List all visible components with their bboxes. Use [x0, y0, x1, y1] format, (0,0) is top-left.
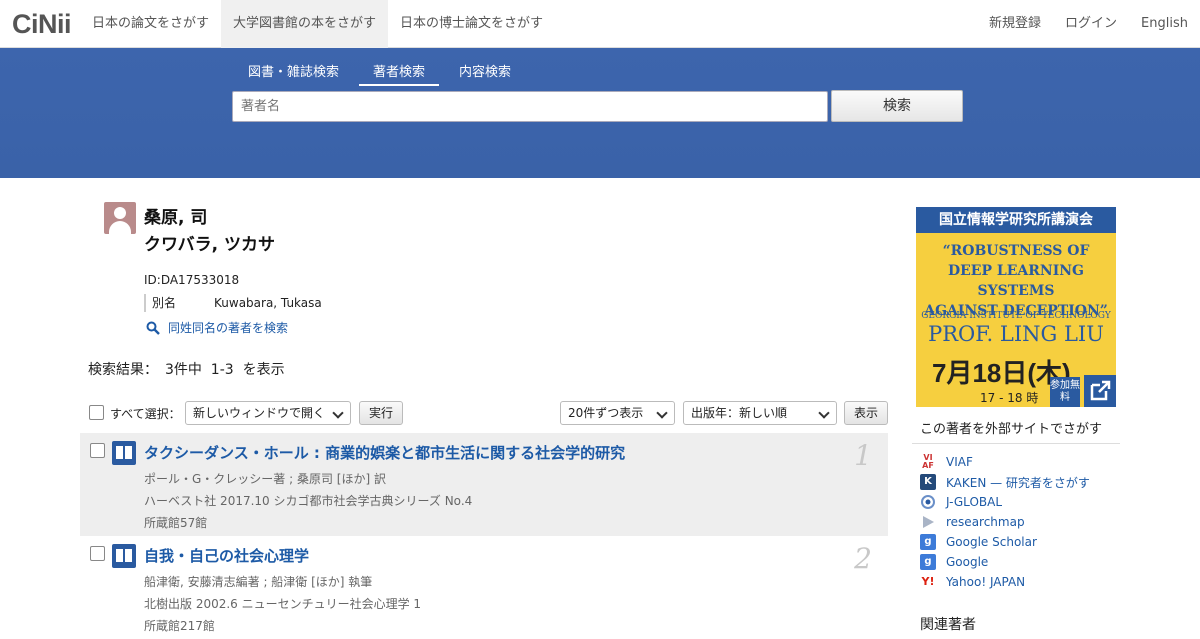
- open-mode-select[interactable]: 新しいウィンドウで開く: [185, 401, 351, 425]
- open-mode-value: 新しいウィンドウで開く: [193, 406, 326, 420]
- banner-time: 17 - 18 時: [980, 391, 1039, 405]
- banner-title-line: DEEP LEARNING SYSTEMS: [948, 263, 1084, 299]
- per-page-value: 20件ずつ表示: [568, 406, 644, 420]
- search-band: 図書・雑誌検索 著者検索 内容検索 検索: [0, 48, 1200, 178]
- per-page-select[interactable]: 20件ずつ表示: [560, 401, 675, 425]
- result-summary: 検索結果： 3件中 1-3 を表示: [88, 362, 285, 378]
- kaken-icon: K: [920, 474, 936, 490]
- chevron-down-icon: [656, 407, 668, 419]
- ext-link-label: J-GLOBAL: [946, 495, 1003, 509]
- ext-link-label: researchmap: [946, 515, 1025, 529]
- search-icon: [146, 321, 160, 335]
- viaf-icon: VI AF: [922, 453, 934, 470]
- banner-speaker: PROF. LING LIU: [928, 322, 1104, 346]
- banner-organization: GEORGIA INSTITUTE OF TECHNOLOGY: [921, 311, 1111, 321]
- ext-link-viaf[interactable]: VI AF VIAF: [920, 454, 973, 470]
- ext-link-label: KAKEN — 研究者をさがす: [946, 475, 1090, 490]
- chevron-down-icon: [818, 407, 830, 419]
- ext-link-kaken[interactable]: K KAKEN — 研究者をさがす: [920, 474, 1090, 490]
- sort-select[interactable]: 出版年：新しい順: [683, 401, 837, 425]
- ext-link-researchmap[interactable]: researchmap: [920, 514, 1025, 530]
- chevron-down-icon: [332, 407, 344, 419]
- result-title-link[interactable]: タクシーダンス・ホール : 商業的娯楽と都市生活に関する社会学的研究: [144, 442, 625, 463]
- tab-search-articles[interactable]: 日本の論文をさがす: [80, 0, 221, 48]
- tab-search-dissertations[interactable]: 日本の博士論文をさがす: [388, 0, 555, 48]
- result-holdings: 所蔵館57館: [144, 516, 208, 530]
- alias-label: 別名: [152, 296, 177, 310]
- ext-link-google-scholar[interactable]: g Google Scholar: [920, 534, 1037, 550]
- yahoo-icon: Y!: [921, 575, 935, 588]
- banner-free-badge: 参加無料: [1050, 377, 1080, 407]
- banner-title: “ROBUSTNESS OF DEEP LEARNING SYSTEMS AGA…: [916, 241, 1116, 321]
- alias-value: Kuwabara, Tukasa: [214, 296, 322, 310]
- search-button[interactable]: 検索: [831, 90, 963, 122]
- ext-link-yahoo[interactable]: Y! Yahoo! JAPAN: [920, 574, 1026, 590]
- ext-link-label: VIAF: [946, 455, 973, 469]
- author-avatar-icon: [104, 202, 136, 234]
- banner-heading: 国立情報学研究所講演会: [916, 207, 1116, 233]
- cinii-logo[interactable]: CiNii: [12, 9, 72, 40]
- banner-title-line: “ROBUSTNESS OF: [942, 243, 1090, 259]
- book-icon: [112, 544, 136, 568]
- result-authors: 船津衛, 安藤清志編著 ; 船津衛 [ほか] 執筆: [144, 575, 373, 589]
- tab-content-search[interactable]: 内容検索: [447, 62, 523, 86]
- register-link[interactable]: 新規登録: [977, 0, 1053, 48]
- book-icon: [112, 441, 136, 465]
- search-type-tabs: 図書・雑誌検索 著者検索 内容検索: [236, 62, 531, 86]
- login-link[interactable]: ログイン: [1053, 0, 1129, 48]
- ext-link-label: Google Scholar: [946, 535, 1037, 549]
- google-icon: g: [920, 554, 936, 570]
- select-all-label: すべて選択：: [110, 407, 181, 421]
- execute-button[interactable]: 実行: [359, 401, 403, 425]
- result-number: 1: [854, 439, 872, 472]
- divider: [912, 443, 1120, 444]
- author-search-input[interactable]: [232, 91, 828, 122]
- top-navigation: CiNii 日本の論文をさがす 大学図書館の本をさがす 日本の博士論文をさがす …: [0, 0, 1200, 48]
- lecture-banner[interactable]: 国立情報学研究所講演会 “ROBUSTNESS OF DEEP LEARNING…: [916, 207, 1116, 407]
- english-link[interactable]: English: [1129, 0, 1200, 48]
- result-number: 2: [854, 542, 872, 575]
- sort-value: 出版年：新しい順: [691, 406, 788, 420]
- service-tabs: 日本の論文をさがす 大学図書館の本をさがす 日本の博士論文をさがす: [80, 0, 555, 48]
- tab-search-books[interactable]: 大学図書館の本をさがす: [221, 0, 389, 48]
- result-checkbox[interactable]: [90, 443, 105, 458]
- author-id: ID:DA17533018: [144, 273, 240, 287]
- same-name-search-label: 同姓同名の著者を検索: [168, 321, 289, 335]
- same-name-search-link[interactable]: 同姓同名の著者を検索: [146, 319, 288, 336]
- result-item: 自我・自己の社会心理学 船津衛, 安藤清志編著 ; 船津衛 [ほか] 執筆 北樹…: [80, 536, 888, 639]
- author-alias: 別名 Kuwabara, Tukasa: [144, 294, 322, 312]
- show-button[interactable]: 表示: [844, 401, 888, 425]
- result-authors: ポール・G・クレッシー著 ; 桑原司 [ほか] 訳: [144, 472, 386, 486]
- select-all-checkbox[interactable]: [89, 405, 104, 420]
- account-nav: 新規登録 ログイン English: [977, 0, 1200, 48]
- result-item: タクシーダンス・ホール : 商業的娯楽と都市生活に関する社会学的研究 ポール・G…: [80, 433, 888, 536]
- result-title-link[interactable]: 自我・自己の社会心理学: [144, 545, 309, 566]
- google-scholar-icon: g: [920, 534, 936, 550]
- ext-link-label: Yahoo! JAPAN: [946, 575, 1026, 589]
- tab-author-search[interactable]: 著者検索: [359, 62, 440, 86]
- result-checkbox[interactable]: [90, 546, 105, 561]
- ext-link-google[interactable]: g Google: [920, 554, 988, 570]
- result-holdings: 所蔵館217館: [144, 619, 215, 633]
- result-publication: ハーベスト社 2017.10 シカゴ都市社会学古典シリーズ No.4: [144, 494, 473, 508]
- author-name: 桑原, 司: [144, 208, 208, 228]
- researchmap-icon: [920, 514, 936, 530]
- ext-link-label: Google: [946, 555, 989, 569]
- result-publication: 北樹出版 2002.6 ニューセンチュリー社会心理学 1: [144, 597, 422, 611]
- tab-book-search[interactable]: 図書・雑誌検索: [236, 62, 351, 86]
- external-sites-heading: この著者を外部サイトでさがす: [920, 422, 1103, 437]
- jglobal-icon: [920, 494, 936, 510]
- author-name-kana: クワバラ, ツカサ: [144, 235, 276, 255]
- ext-link-jglobal[interactable]: J-GLOBAL: [920, 494, 1002, 510]
- external-link-icon: [1084, 375, 1116, 407]
- related-authors-heading: 関連著者: [920, 617, 976, 633]
